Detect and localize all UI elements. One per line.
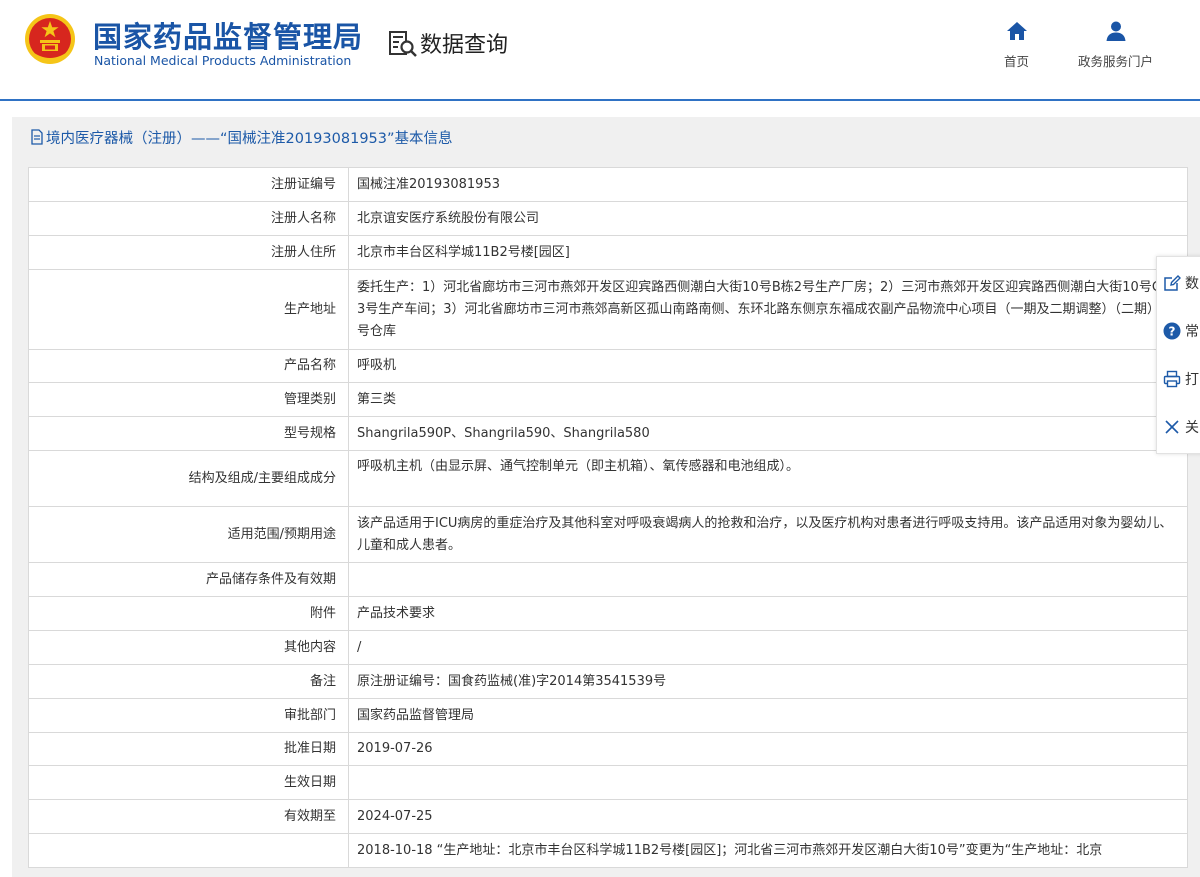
table-row: 批准日期 2019-07-26: [28, 732, 1188, 766]
nav-portal-label: 政务服务门户: [1078, 54, 1154, 69]
row-value: 2018-10-18 “生产地址：北京市丰台区科学城11B2号楼[园区]；河北省…: [348, 833, 1188, 868]
side-tool-print-label: 打: [1185, 372, 1199, 388]
print-icon: [1163, 370, 1181, 388]
row-label: 产品储存条件及有效期: [28, 562, 349, 597]
row-value: 北京市丰台区科学城11B2号楼[园区]: [348, 235, 1188, 270]
data-query-title: 数据查询: [388, 27, 508, 59]
row-label: 其他内容: [28, 630, 349, 665]
table-row: 型号规格 Shangrila590P、Shangrila590、Shangril…: [28, 416, 1188, 451]
row-label: 有效期至: [28, 799, 349, 834]
side-toolbar: 数 ? 常 打 关: [1156, 256, 1200, 454]
close-icon: [1165, 420, 1179, 434]
table-row: 其他内容 /: [28, 630, 1188, 665]
side-tool-close-label: 关: [1185, 420, 1199, 436]
table-row: 附件 产品技术要求: [28, 596, 1188, 631]
row-value: 呼吸机: [348, 349, 1188, 383]
table-row: 适用范围/预期用途 该产品适用于ICU病房的重症治疗及其他科室对呼吸衰竭病人的抢…: [28, 506, 1188, 563]
nav-home-button[interactable]: 首页: [1004, 20, 1029, 70]
side-tool-close-button[interactable]: 关: [1163, 417, 1199, 437]
row-label: 审批部门: [28, 698, 349, 733]
table-row: 生效日期: [28, 765, 1188, 800]
row-label: 注册人名称: [28, 201, 349, 236]
table-row: 结构及组成/主要组成成分 呼吸机主机（由显示屏、通气控制单元（即主机箱）、氧传感…: [28, 450, 1188, 507]
row-value: 北京谊安医疗系统股份有限公司: [348, 201, 1188, 236]
row-label: 管理类别: [28, 382, 349, 417]
data-query-label: 数据查询: [420, 33, 509, 58]
table-row: 2018-10-18 “生产地址：北京市丰台区科学城11B2号楼[园区]；河北省…: [28, 833, 1188, 868]
row-label: 型号规格: [28, 416, 349, 451]
svg-text:?: ?: [1169, 324, 1176, 338]
document-icon: [31, 129, 43, 145]
row-label: 批准日期: [28, 732, 349, 766]
row-label: 结构及组成/主要组成成分: [28, 450, 349, 507]
table-row: 备注 原注册证编号：国食药监械(准)字2014第3541539号: [28, 664, 1188, 699]
row-label: [28, 833, 349, 868]
help-icon: ?: [1163, 322, 1181, 340]
row-label: 附件: [28, 596, 349, 631]
row-value: 产品技术要求: [348, 596, 1188, 631]
org-name-en[interactable]: National Medical Products Administration: [94, 53, 351, 68]
search-document-icon: [389, 31, 417, 57]
header-divider: [0, 99, 1200, 101]
row-value: 国械注准20193081953: [348, 167, 1188, 202]
table-row: 产品储存条件及有效期: [28, 562, 1188, 597]
row-label: 生产地址: [28, 269, 349, 350]
table-row: 管理类别 第三类: [28, 382, 1188, 417]
panel-title: 境内医疗器械（注册）——“国械注准20193081953”基本信息: [12, 117, 1200, 157]
row-value: 该产品适用于ICU病房的重症治疗及其他科室对呼吸衰竭病人的抢救和治疗，以及医疗机…: [348, 506, 1188, 563]
edit-icon: [1164, 275, 1181, 291]
table-row: 审批部门 国家药品监督管理局: [28, 698, 1188, 733]
row-label: 备注: [28, 664, 349, 699]
row-value: 委托生产：1）河北省廊坊市三河市燕郊开发区迎宾路西侧潮白大街10号B栋2号生产厂…: [348, 269, 1188, 350]
side-tool-help-button[interactable]: ? 常: [1163, 321, 1199, 341]
row-value: Shangrila590P、Shangrila590、Shangrila580: [348, 416, 1188, 451]
row-value: 2019-07-26: [348, 732, 1188, 766]
table-row: 注册人名称 北京谊安医疗系统股份有限公司: [28, 201, 1188, 236]
table-row: 有效期至 2024-07-25: [28, 799, 1188, 834]
side-tool-print-button[interactable]: 打: [1163, 369, 1199, 389]
info-table: 注册证编号 国械注准20193081953 注册人名称 北京谊安医疗系统股份有限…: [28, 167, 1188, 868]
table-row: 生产地址 委托生产：1）河北省廊坊市三河市燕郊开发区迎宾路西侧潮白大街10号B栋…: [28, 269, 1188, 350]
side-tool-data-label: 数: [1185, 276, 1199, 292]
site-header: 国家药品监督管理局 National Medical Products Admi…: [0, 0, 1200, 100]
user-icon: [1106, 21, 1125, 41]
org-name-cn[interactable]: 国家药品监督管理局: [93, 14, 363, 56]
row-value: [348, 562, 1188, 597]
row-label: 注册人住所: [28, 235, 349, 270]
row-value: 第三类: [348, 382, 1188, 417]
row-label: 注册证编号: [28, 167, 349, 202]
row-value: 国家药品监督管理局: [348, 698, 1188, 733]
table-row: 注册人住所 北京市丰台区科学城11B2号楼[园区]: [28, 235, 1188, 270]
row-value: /: [348, 630, 1188, 665]
row-value: [348, 765, 1188, 800]
detail-panel: 境内医疗器械（注册）——“国械注准20193081953”基本信息 注册证编号 …: [12, 117, 1200, 877]
national-emblem-icon: [25, 14, 75, 64]
nav-portal-button[interactable]: 政务服务门户: [1078, 20, 1153, 70]
side-tool-help-label: 常: [1185, 324, 1199, 340]
nav-home-label: 首页: [1004, 54, 1030, 69]
table-row: 产品名称 呼吸机: [28, 349, 1188, 383]
row-value: 呼吸机主机（由显示屏、通气控制单元（即主机箱）、氧传感器和电池组成）。: [348, 450, 1188, 507]
row-value: 2024-07-25: [348, 799, 1188, 834]
home-icon: [1006, 22, 1027, 40]
row-value: 原注册证编号：国食药监械(准)字2014第3541539号: [348, 664, 1188, 699]
panel-title-text: 境内医疗器械（注册）——“国械注准20193081953”基本信息: [46, 130, 453, 147]
side-tool-data-button[interactable]: 数: [1163, 273, 1199, 293]
row-label: 生效日期: [28, 765, 349, 800]
table-row: 注册证编号 国械注准20193081953: [28, 167, 1188, 202]
row-label: 产品名称: [28, 349, 349, 383]
row-label: 适用范围/预期用途: [28, 506, 349, 563]
